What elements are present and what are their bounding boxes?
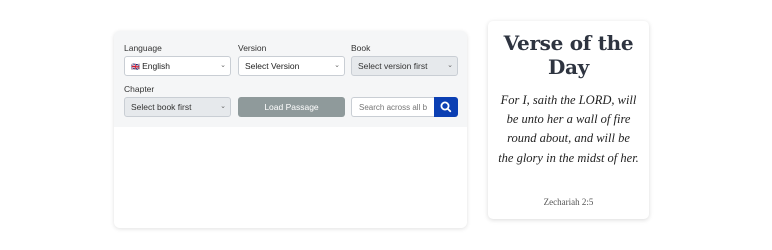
votd-verse-text: For I, saith the LORD, will be unto her … — [498, 93, 639, 165]
version-value: Select Version — [245, 61, 300, 71]
search-input[interactable] — [351, 97, 434, 117]
flag-icon: 🇬🇧 — [131, 64, 140, 71]
book-label: Book — [351, 43, 371, 53]
chevron-down-icon: ⌄ — [334, 62, 340, 69]
chapter-value: Select book first — [131, 102, 192, 112]
book-value: Select version first — [358, 61, 428, 71]
language-select[interactable]: 🇬🇧 English ⌄ — [124, 56, 231, 76]
version-select[interactable]: Select Version ⌄ — [238, 56, 345, 76]
votd-reference: Zechariah 2:5 — [543, 197, 594, 207]
passage-content-area — [114, 127, 467, 228]
chapter-select[interactable]: Select book first ⌄ — [124, 97, 231, 117]
chevron-down-icon: ⌄ — [220, 62, 226, 69]
book-select[interactable]: Select version first ⌄ — [351, 56, 458, 76]
chevron-down-icon: ⌄ — [447, 62, 453, 69]
language-value: English — [142, 61, 170, 71]
load-passage-button[interactable]: Load Passage — [238, 97, 345, 117]
chevron-down-icon: ⌄ — [220, 103, 226, 110]
version-label: Version — [238, 43, 267, 53]
verse-of-the-day-card: Verse of the Day For I, saith the LORD, … — [488, 21, 649, 219]
bible-reader-card: Language 🇬🇧 English ⌄ Version Select Ver… — [114, 31, 467, 228]
search-button[interactable] — [434, 97, 458, 117]
chapter-label: Chapter — [124, 84, 155, 94]
language-label: Language — [124, 43, 162, 53]
search-icon — [440, 101, 452, 113]
votd-title: Verse of the Day — [503, 31, 634, 79]
